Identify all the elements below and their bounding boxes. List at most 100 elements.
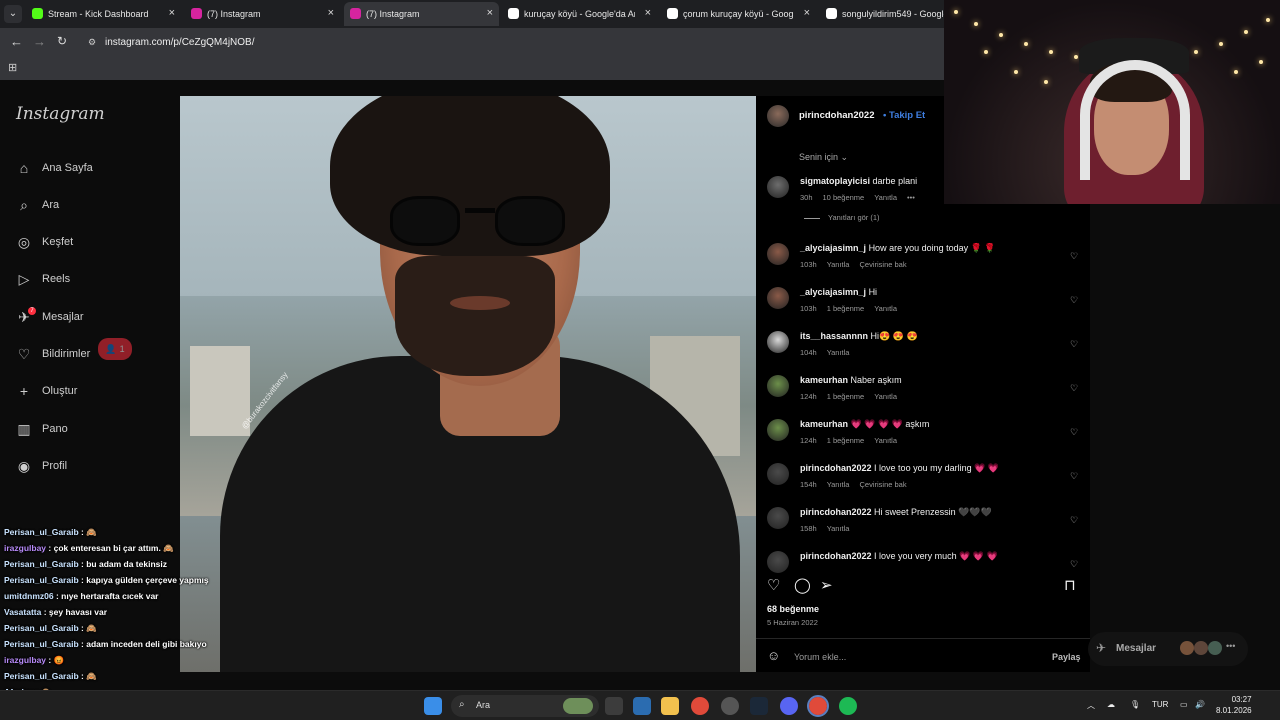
network-icon[interactable]: ▭ xyxy=(1180,700,1188,709)
comment-like-icon[interactable]: ♡ xyxy=(1070,295,1078,306)
comment-meta-item[interactable]: 124h xyxy=(800,392,817,401)
close-icon[interactable]: × xyxy=(487,7,493,19)
instagram-logo[interactable]: Instagram xyxy=(16,104,105,124)
avatar[interactable] xyxy=(767,419,789,441)
avatar[interactable] xyxy=(767,243,789,265)
chrome-active-icon[interactable] xyxy=(807,695,829,717)
avatar[interactable] xyxy=(767,551,789,573)
close-icon[interactable]: × xyxy=(645,7,651,19)
comment-meta-item[interactable]: Yanıtla xyxy=(874,392,897,401)
apps-icon[interactable]: ⊞ xyxy=(8,61,17,74)
author-username[interactable]: pirincdohan2022 xyxy=(799,110,875,121)
close-icon[interactable]: × xyxy=(328,7,334,19)
mic-icon[interactable]: 🎙 xyxy=(1130,700,1140,709)
sidebar-item-dashboard[interactable]: ▥ Pano xyxy=(16,418,67,440)
app-icon[interactable] xyxy=(721,697,739,715)
comment-meta-item[interactable]: 154h xyxy=(800,480,817,489)
avatar[interactable] xyxy=(767,375,789,397)
comment-username[interactable]: its__hassannnn xyxy=(800,331,868,341)
sidebar-item-notifications[interactable]: ♡ Bildirimler xyxy=(16,343,91,365)
tab[interactable]: (7) Instagram × xyxy=(344,2,499,26)
comment-meta-item[interactable]: Yanıtla xyxy=(827,480,850,489)
comment-username[interactable]: _alyciajasimn_j xyxy=(800,287,866,297)
comment-meta-item[interactable]: 1 beğenme xyxy=(827,392,865,401)
comment-like-icon[interactable]: ♡ xyxy=(1070,251,1078,262)
comment-like-icon[interactable]: ♡ xyxy=(1070,427,1078,438)
language-indicator[interactable]: TUR xyxy=(1152,700,1168,709)
follow-label[interactable]: Takip Et xyxy=(889,110,925,121)
avatar[interactable] xyxy=(767,331,789,353)
back-button[interactable]: ← xyxy=(10,34,23,49)
comment-like-icon[interactable]: ♡ xyxy=(1070,559,1078,570)
save-icon[interactable]: ⊓ xyxy=(1064,576,1076,594)
comment-meta-item[interactable]: Yanıtla xyxy=(827,260,850,269)
comment-input[interactable]: Yorum ekle... xyxy=(794,652,846,662)
comment-meta-item[interactable]: 104h xyxy=(800,348,817,357)
sidebar-item-home[interactable]: ⌂ Ana Sayfa xyxy=(16,157,93,179)
follow-button[interactable]: • Takip Et xyxy=(883,110,925,121)
comment-username[interactable]: _alyciajasimn_j xyxy=(800,243,866,253)
post-comment-button[interactable]: Paylaş xyxy=(1052,652,1081,662)
tab[interactable]: çorum kuruçay köyü - Google'da × xyxy=(661,2,816,26)
clock[interactable]: 03:27 8.01.2026 xyxy=(1216,694,1252,716)
close-icon[interactable]: × xyxy=(169,7,175,19)
comment-meta-item[interactable]: 124h xyxy=(800,436,817,445)
comment-meta-item[interactable]: Yanıtla xyxy=(827,524,850,533)
comment-meta-item[interactable]: Yanıtla xyxy=(874,436,897,445)
close-icon[interactable]: × xyxy=(804,7,810,19)
comment-meta-item[interactable]: Yanıtla xyxy=(874,304,897,313)
comment-meta-item[interactable]: ••• xyxy=(907,193,915,202)
share-icon[interactable]: ➢ xyxy=(820,576,833,594)
avatar[interactable] xyxy=(767,287,789,309)
likes-count[interactable]: 68 beğenme xyxy=(767,604,819,614)
reload-button[interactable]: ↻ xyxy=(57,34,67,48)
discord-icon[interactable] xyxy=(780,697,798,715)
sidebar-item-reels[interactable]: ▷ Reels xyxy=(16,268,71,290)
tab[interactable]: Stream - Kick Dashboard × xyxy=(26,2,181,26)
task-view-icon[interactable] xyxy=(605,697,623,715)
volume-icon[interactable]: 🔊 xyxy=(1195,700,1205,709)
comment-username[interactable]: kameurhan xyxy=(800,375,848,385)
comment-meta-item[interactable]: 103h xyxy=(800,304,817,313)
comment-like-icon[interactable]: ♡ xyxy=(1070,515,1078,526)
comment-like-icon[interactable]: ♡ xyxy=(1070,339,1078,350)
view-replies-button[interactable]: Yanıtları gör (1) xyxy=(804,213,880,222)
steam-icon[interactable] xyxy=(750,697,768,715)
comment-meta-item[interactable]: Yanıtla xyxy=(874,193,897,202)
sort-label[interactable]: Senin için xyxy=(799,152,838,162)
comment-meta-item[interactable]: 10 beğenme xyxy=(823,193,865,202)
comment-username[interactable]: pirincdohan2022 xyxy=(800,551,872,561)
comment-username[interactable]: kameurhan xyxy=(800,419,848,429)
comment-meta-item[interactable]: 30h xyxy=(800,193,813,202)
tab-search-button[interactable]: ⌄ xyxy=(4,5,22,23)
avatar[interactable] xyxy=(767,176,789,198)
windows-start-icon[interactable] xyxy=(424,697,442,715)
comment-meta-item[interactable]: Çevirisine bak xyxy=(859,480,906,489)
avatar[interactable] xyxy=(767,463,789,485)
sidebar-item-create[interactable]: + Oluştur xyxy=(16,380,78,402)
post-image[interactable]: @burakozcivitfansy xyxy=(180,96,756,672)
store-icon[interactable] xyxy=(633,697,651,715)
comment-meta-item[interactable]: 158h xyxy=(800,524,817,533)
spotify-icon[interactable] xyxy=(839,697,857,715)
comment-username[interactable]: pirincdohan2022 xyxy=(800,463,872,473)
sidebar-item-profile[interactable]: ◉ Profil xyxy=(16,455,67,477)
like-icon[interactable]: ♡ xyxy=(767,576,780,594)
comment-username[interactable]: pirincdohan2022 xyxy=(800,507,872,517)
site-info-icon[interactable]: ⚙ xyxy=(88,37,98,47)
avatar[interactable] xyxy=(767,507,789,529)
file-explorer-icon[interactable] xyxy=(661,697,679,715)
tray-chevron-icon[interactable]: ︿ xyxy=(1087,700,1095,711)
comment-like-icon[interactable]: ♡ xyxy=(1070,471,1078,482)
sidebar-item-explore[interactable]: ◎ Keşfet xyxy=(16,231,73,253)
sort-dropdown[interactable]: Senin için ⌄ xyxy=(799,152,848,163)
tab[interactable]: kuruçay köyü - Google'da Ara × xyxy=(502,2,657,26)
author-avatar[interactable] xyxy=(767,105,789,127)
comment-icon[interactable]: ◯ xyxy=(794,576,811,594)
forward-button[interactable]: → xyxy=(33,34,46,49)
comment-meta-item[interactable]: 1 beğenme xyxy=(827,304,865,313)
url-field[interactable]: instagram.com/p/CeZgQM4jNOB/ xyxy=(105,37,255,48)
comment-meta-item[interactable]: 103h xyxy=(800,260,817,269)
comment-username[interactable]: sigmatoplayicisi xyxy=(800,176,870,186)
comment-meta-item[interactable]: Çevirisine bak xyxy=(859,260,906,269)
